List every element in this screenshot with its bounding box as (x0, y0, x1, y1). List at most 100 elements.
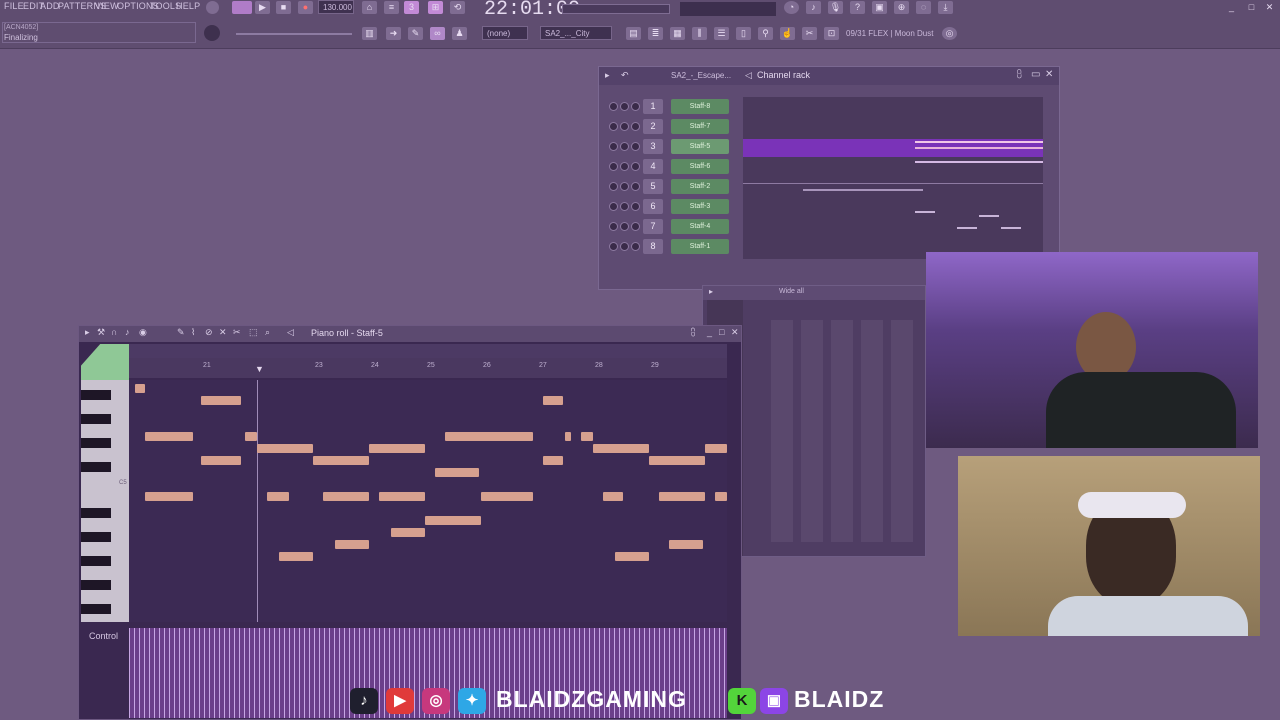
touch-icon[interactable]: ☝ (780, 27, 795, 40)
select-icon[interactable]: ⬚ (249, 327, 258, 338)
menu-file[interactable]: FILE (4, 1, 24, 11)
maximize-icon[interactable]: □ (1244, 1, 1259, 14)
channel-name-button[interactable]: Staff-4 (671, 219, 729, 234)
save-icon[interactable]: ▣ (872, 1, 887, 14)
midi-note[interactable] (649, 456, 705, 465)
countdown-icon[interactable]: 3 (404, 1, 419, 14)
rack-menu-icon[interactable]: ▸ (605, 70, 610, 81)
maximize-icon[interactable]: □ (719, 327, 724, 337)
volume-knob-icon[interactable] (620, 122, 629, 131)
midi-note[interactable] (145, 492, 193, 501)
channel-name-button[interactable]: Staff-2 (671, 179, 729, 194)
rack-graph-icon[interactable]: ⩉ (1017, 69, 1022, 80)
master-pitch-slider[interactable] (236, 33, 352, 35)
mixer-menu-icon[interactable]: ▸ (709, 287, 713, 296)
midi-note[interactable] (335, 540, 369, 549)
channel-number[interactable]: 2 (643, 119, 663, 134)
note-grid[interactable] (129, 380, 727, 622)
black-key[interactable] (81, 580, 111, 590)
midi-note[interactable] (313, 456, 369, 465)
play-icon[interactable]: ▶ (255, 1, 270, 14)
menu-add[interactable]: ADD (40, 1, 60, 11)
stop-icon[interactable]: ■ (276, 1, 291, 14)
midi-note[interactable] (615, 552, 649, 561)
pattern-song-toggle-icon[interactable] (206, 1, 219, 14)
loop-record-icon[interactable]: ⟲ (450, 1, 465, 14)
rack-close-icon[interactable]: ✕ (1045, 69, 1053, 80)
tempo-field[interactable]: 130.000 (318, 0, 354, 14)
mixer-insert-5[interactable] (891, 320, 913, 542)
arrow-icon[interactable]: ➜ (386, 27, 401, 40)
midi-note[interactable] (257, 444, 313, 453)
close-icon[interactable]: ✕ (1262, 1, 1277, 14)
cart-icon[interactable]: ⊡ (824, 27, 839, 40)
rack-minimize-icon[interactable]: ▭ (1031, 69, 1040, 80)
midi-note[interactable] (145, 432, 193, 441)
midi-note[interactable] (267, 492, 289, 501)
browser-icon[interactable]: ☰ (714, 27, 729, 40)
black-key[interactable] (81, 438, 111, 448)
step-edit-icon[interactable]: ⊞ (428, 1, 443, 14)
timeline-ruler[interactable]: 21 23 24 25 26 27 28 29 ▼ (129, 358, 727, 378)
speaker-icon[interactable]: ◁ (287, 327, 294, 338)
mixer-track-knob-icon[interactable] (631, 142, 640, 151)
stamp-icon[interactable]: ♟ (452, 27, 467, 40)
channel-number[interactable]: 1 (643, 99, 663, 114)
midi-note[interactable] (279, 552, 313, 561)
channel-number[interactable]: 4 (643, 159, 663, 174)
midi-note[interactable] (135, 384, 145, 393)
pattern-select[interactable]: SA2_..._City (540, 26, 612, 40)
graph-icon[interactable]: ⩉ (691, 327, 695, 338)
pan-knob-icon[interactable] (609, 102, 618, 111)
midi-note[interactable] (593, 444, 649, 453)
midi-note[interactable] (391, 528, 425, 537)
mixer-track-knob-icon[interactable] (631, 162, 640, 171)
rack-tab[interactable]: SA2_-_Escape... (671, 71, 731, 80)
mixer-insert-1[interactable] (771, 320, 793, 542)
download-icon[interactable]: ⤓ (938, 1, 953, 14)
mixer-track-knob-icon[interactable] (631, 122, 640, 131)
pan-knob-icon[interactable] (609, 182, 618, 191)
channel-name-button[interactable]: Staff-6 (671, 159, 729, 174)
slice-icon[interactable]: ✂ (233, 327, 241, 338)
zoom-icon[interactable]: ⌕ (265, 327, 270, 338)
midi-note[interactable] (705, 444, 727, 453)
metronome-icon[interactable]: ⌂ (362, 1, 377, 14)
mixer-titlebar[interactable]: ▸ Wide all (703, 286, 925, 300)
black-key[interactable] (81, 390, 111, 400)
channel-number[interactable]: 6 (643, 199, 663, 214)
mixer-track-knob-icon[interactable] (631, 182, 640, 191)
pencil-icon[interactable]: ✎ (408, 27, 423, 40)
mixer-insert-3[interactable] (831, 320, 853, 542)
plugin-db-icon[interactable]: ⊕ (894, 1, 909, 14)
channel-rack-icon[interactable]: ▦ (670, 27, 685, 40)
channel-name-button[interactable]: Staff-1 (671, 239, 729, 254)
mixer-track-knob-icon[interactable] (631, 202, 640, 211)
channel-rack-titlebar[interactable]: ▸ ↶ SA2_-_Escape... ◁ Channel rack ⩉ ▭ ✕ (599, 67, 1059, 85)
record-icon[interactable]: ● (298, 1, 313, 14)
file-icon[interactable]: ▯ (736, 27, 751, 40)
master-volume-knob-icon[interactable] (204, 25, 220, 41)
mixer-track-knob-icon[interactable] (631, 242, 640, 251)
pat-toggle[interactable] (232, 1, 252, 14)
mixer-shortcut-icon[interactable]: ♪ (806, 1, 821, 14)
mixer-insert-4[interactable] (861, 320, 883, 542)
channel-name-button[interactable]: Staff-3 (671, 199, 729, 214)
volume-knob-icon[interactable] (620, 162, 629, 171)
magnet-icon[interactable]: ∩ (111, 327, 117, 337)
midi-note[interactable] (201, 456, 241, 465)
scissors-icon[interactable]: ✂ (802, 27, 817, 40)
channel-name-button[interactable]: Staff-5 (671, 139, 729, 154)
black-key[interactable] (81, 556, 111, 566)
pan-knob-icon[interactable] (609, 162, 618, 171)
snap-select[interactable]: (none) (482, 26, 528, 40)
midi-note[interactable] (603, 492, 623, 501)
record-icon[interactable]: ◉ (139, 327, 147, 338)
pan-knob-icon[interactable] (609, 142, 618, 151)
channel-number[interactable]: 7 (643, 219, 663, 234)
midi-note[interactable] (481, 492, 533, 501)
mixer-track-knob-icon[interactable] (631, 102, 640, 111)
playlist-icon[interactable]: ▤ (626, 27, 641, 40)
pan-knob-icon[interactable] (609, 122, 618, 131)
piano-roll-menu-icon[interactable]: ▸ (85, 327, 90, 338)
